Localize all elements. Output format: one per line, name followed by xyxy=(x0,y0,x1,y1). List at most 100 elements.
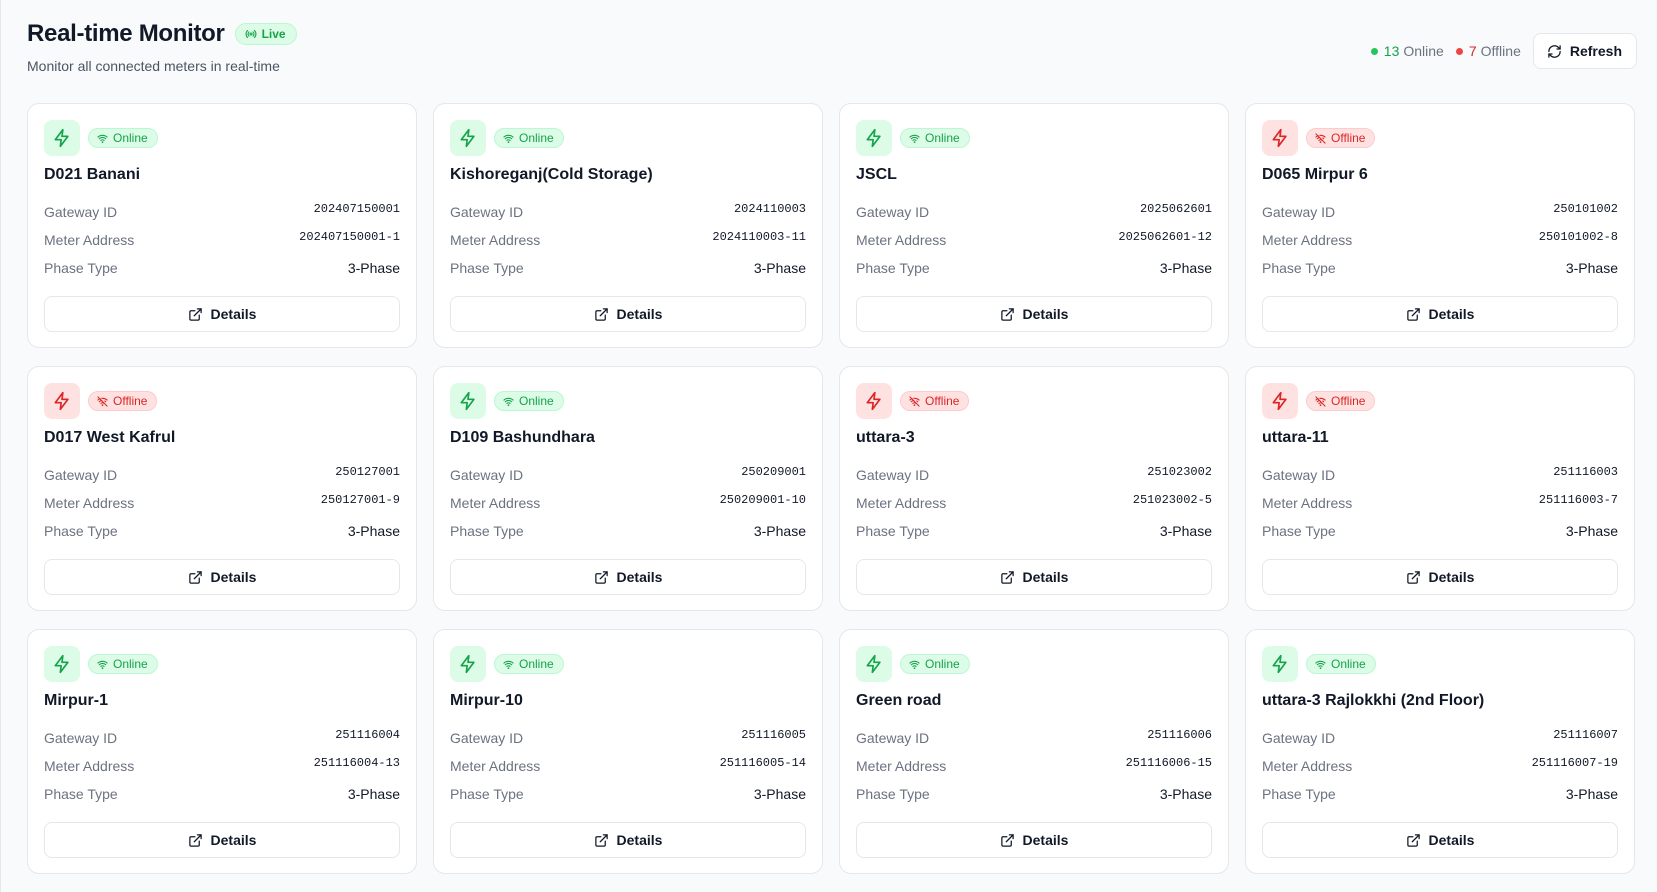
meter-address-row: Meter Address 2025062601-12 xyxy=(856,226,1212,254)
status-label: Online xyxy=(519,657,554,671)
gateway-row: Gateway ID 202407150001 xyxy=(44,198,400,226)
external-link-icon xyxy=(1000,307,1015,322)
phase-label: Phase Type xyxy=(44,260,118,276)
details-button[interactable]: Details xyxy=(450,296,806,332)
meter-info: Gateway ID 202407150001 Meter Address 20… xyxy=(44,198,400,282)
details-label: Details xyxy=(1022,569,1069,585)
details-label: Details xyxy=(1022,306,1069,322)
online-label: Online xyxy=(1403,43,1444,59)
external-link-icon xyxy=(1406,307,1421,322)
gateway-row: Gateway ID 251023002 xyxy=(856,461,1212,489)
phase-value: 3-Phase xyxy=(1159,523,1212,539)
details-button[interactable]: Details xyxy=(1262,822,1618,858)
gateway-value: 2024110003 xyxy=(733,202,806,216)
gateway-row: Gateway ID 251116007 xyxy=(1262,724,1618,752)
details-button[interactable]: Details xyxy=(856,822,1212,858)
meter-icon-box xyxy=(856,120,892,156)
external-link-icon xyxy=(594,833,609,848)
status-label: Online xyxy=(519,131,554,145)
details-button[interactable]: Details xyxy=(44,559,400,595)
meter-name: uttara-3 xyxy=(856,429,915,446)
meter-icon-box xyxy=(450,120,486,156)
meter-address-label: Meter Address xyxy=(450,758,541,774)
status-badge: Online xyxy=(494,654,564,674)
gateway-value: 250127001 xyxy=(335,465,400,479)
lightning-icon xyxy=(864,391,884,411)
card-header: Offline xyxy=(44,383,400,419)
gateway-value: 202407150001 xyxy=(313,202,400,216)
status-label: Offline xyxy=(925,394,960,408)
meter-address-row: Meter Address 251116003-7 xyxy=(1262,489,1618,517)
gateway-label: Gateway ID xyxy=(44,204,118,220)
details-button[interactable]: Details xyxy=(450,559,806,595)
phase-value: 3-Phase xyxy=(347,260,400,276)
details-label: Details xyxy=(210,306,257,322)
gateway-row: Gateway ID 251116003 xyxy=(1262,461,1618,489)
details-button[interactable]: Details xyxy=(1262,559,1618,595)
offline-stat: 7 Offline xyxy=(1455,43,1521,59)
gateway-label: Gateway ID xyxy=(450,204,524,220)
meter-card: Offline D017 West Kafrul Gateway ID 2501… xyxy=(27,366,417,611)
wifi-off-icon xyxy=(909,395,920,407)
meter-address-value: 251116005-14 xyxy=(719,756,806,770)
gateway-value: 250101002 xyxy=(1553,202,1618,216)
gateway-label: Gateway ID xyxy=(856,467,930,483)
meter-card: Online Mirpur-10 Gateway ID 251116005 Me… xyxy=(433,629,823,874)
refresh-icon xyxy=(1547,44,1562,59)
external-link-icon xyxy=(1406,833,1421,848)
meter-address-value: 250209001-10 xyxy=(719,493,806,507)
gateway-row: Gateway ID 250209001 xyxy=(450,461,806,489)
details-button[interactable]: Details xyxy=(856,296,1212,332)
wifi-off-icon xyxy=(1315,395,1326,407)
meter-address-row: Meter Address 202407150001-1 xyxy=(44,226,400,254)
lightning-icon xyxy=(458,654,478,674)
meter-address-value: 202407150001-1 xyxy=(299,230,400,244)
details-button[interactable]: Details xyxy=(856,559,1212,595)
status-label: Online xyxy=(925,657,960,671)
details-button[interactable]: Details xyxy=(44,822,400,858)
card-header: Online xyxy=(44,646,400,682)
gateway-label: Gateway ID xyxy=(450,730,524,746)
meter-icon-box xyxy=(1262,383,1298,419)
details-label: Details xyxy=(1428,306,1475,322)
meter-address-label: Meter Address xyxy=(856,495,947,511)
meter-icon-box xyxy=(856,383,892,419)
wifi-icon xyxy=(1315,659,1326,670)
details-button[interactable]: Details xyxy=(450,822,806,858)
lightning-icon xyxy=(864,654,884,674)
details-button[interactable]: Details xyxy=(44,296,400,332)
meter-card: Online D109 Bashundhara Gateway ID 25020… xyxy=(433,366,823,611)
external-link-icon xyxy=(188,833,203,848)
gateway-row: Gateway ID 2024110003 xyxy=(450,198,806,226)
gateway-label: Gateway ID xyxy=(450,467,524,483)
gateway-label: Gateway ID xyxy=(1262,730,1336,746)
meter-address-value: 251116004-13 xyxy=(313,756,400,770)
status-label: Online xyxy=(519,394,554,408)
details-button[interactable]: Details xyxy=(1262,296,1618,332)
card-header: Online xyxy=(450,383,806,419)
refresh-button[interactable]: Refresh xyxy=(1532,33,1637,69)
gateway-value: 251023002 xyxy=(1147,465,1212,479)
external-link-icon xyxy=(188,570,203,585)
gateway-value: 251116003 xyxy=(1553,465,1618,479)
gateway-value: 251116006 xyxy=(1147,728,1212,742)
phase-row: Phase Type 3-Phase xyxy=(450,780,806,808)
refresh-label: Refresh xyxy=(1569,43,1622,59)
phase-row: Phase Type 3-Phase xyxy=(856,254,1212,282)
status-badge: Online xyxy=(900,654,970,674)
details-label: Details xyxy=(616,306,663,322)
gateway-label: Gateway ID xyxy=(44,467,118,483)
meter-name: Kishoreganj(Cold Storage) xyxy=(450,166,653,183)
external-link-icon xyxy=(594,570,609,585)
status-label: Offline xyxy=(113,394,148,408)
meter-info: Gateway ID 2024110003 Meter Address 2024… xyxy=(450,198,806,282)
meter-address-value: 2024110003-11 xyxy=(712,230,806,244)
live-label: Live xyxy=(261,27,286,41)
card-header: Offline xyxy=(1262,120,1618,156)
meter-icon-box xyxy=(44,646,80,682)
status-badge: Online xyxy=(494,128,564,148)
phase-value: 3-Phase xyxy=(347,786,400,802)
status-badge: Online xyxy=(494,391,564,411)
meter-address-label: Meter Address xyxy=(1262,232,1353,248)
meter-info: Gateway ID 250127001 Meter Address 25012… xyxy=(44,461,400,545)
